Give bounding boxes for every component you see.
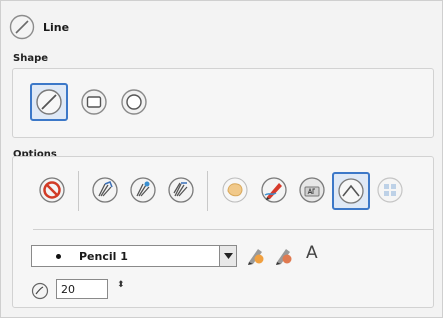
grid-option-button[interactable] xyxy=(372,172,408,208)
fan-brush-fill-icon xyxy=(168,177,194,203)
brush-size-stepper[interactable]: ⬍ xyxy=(117,281,125,290)
options-divider xyxy=(33,229,433,230)
line-tool-properties-panel: Line Shape Options Pencil 1 A 20 ⬍ xyxy=(0,0,443,318)
text-sample-icon xyxy=(299,177,325,203)
pencil-texture-icon[interactable] xyxy=(273,244,295,266)
disable-option-button[interactable] xyxy=(34,172,70,208)
rounded-rectangle-icon xyxy=(81,89,107,115)
smooth-curve-option-button[interactable] xyxy=(332,172,370,210)
fan-brush-fill-option-button[interactable] xyxy=(163,172,199,208)
fan-brush-stroke-icon xyxy=(130,177,156,203)
ellipse-icon xyxy=(121,89,147,115)
font-icon[interactable]: A xyxy=(306,243,318,263)
text-sample-option-button[interactable] xyxy=(294,172,330,208)
chevron-down-icon xyxy=(223,253,233,259)
diagonal-line-icon xyxy=(36,89,62,115)
ellipse-shape-button[interactable] xyxy=(116,84,152,120)
dropdown-arrow-button[interactable] xyxy=(219,246,236,266)
smooth-curve-icon xyxy=(338,178,364,204)
red-pencil-icon xyxy=(261,177,287,203)
shape-group xyxy=(12,68,434,138)
shape-group-label: Shape xyxy=(13,53,49,64)
line-shape-button[interactable] xyxy=(30,83,68,121)
fan-brush-option-button[interactable] xyxy=(87,172,123,208)
pencil-brush-icon[interactable] xyxy=(245,244,267,266)
panel-title: Line xyxy=(43,20,70,34)
brush-size-input[interactable]: 20 xyxy=(56,279,108,299)
panel-header: Line xyxy=(9,13,69,41)
fan-brush-icon xyxy=(92,177,118,203)
no-entry-icon xyxy=(39,177,65,203)
pencil-preset-dropdown[interactable]: Pencil 1 xyxy=(31,245,237,267)
options-separator xyxy=(78,171,79,211)
rectangle-shape-button[interactable] xyxy=(76,84,112,120)
brush-size-icon xyxy=(31,282,49,300)
paint-blob-icon xyxy=(222,177,248,203)
paint-blob-option-button[interactable] xyxy=(217,172,253,208)
line-tool-icon xyxy=(9,14,35,40)
grid-icon xyxy=(377,177,403,203)
options-separator xyxy=(207,171,208,211)
fan-brush-stroke-option-button[interactable] xyxy=(125,172,161,208)
brush-dot-icon xyxy=(56,253,61,259)
red-pencil-option-button[interactable] xyxy=(256,172,292,208)
pencil-preset-value: Pencil 1 xyxy=(79,249,128,263)
